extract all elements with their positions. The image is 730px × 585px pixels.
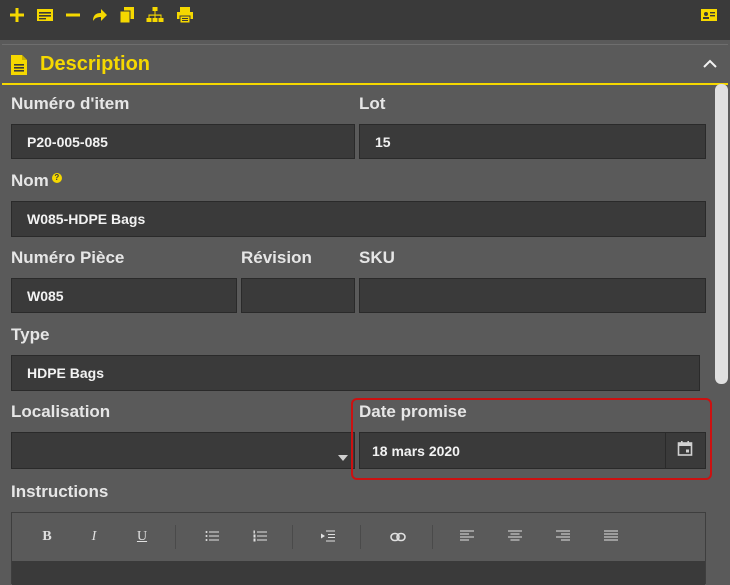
sku-label: SKU	[359, 248, 395, 267]
italic-button[interactable]: I	[84, 529, 104, 545]
numbered-list-icon[interactable]	[250, 529, 270, 545]
help-icon[interactable]: ?	[51, 173, 62, 183]
editor-toolbar: B I U	[12, 513, 705, 561]
revision-field[interactable]	[241, 278, 355, 313]
dropdown-arrow-icon[interactable]	[338, 448, 348, 461]
id-card-icon[interactable]	[700, 6, 718, 24]
align-center-icon[interactable]	[505, 529, 525, 545]
bullet-list-icon[interactable]	[202, 529, 222, 545]
hierarchy-icon[interactable]	[146, 6, 164, 24]
name-field[interactable]: W085-HDPE Bags	[11, 201, 706, 237]
link-icon[interactable]	[388, 529, 408, 545]
share-icon[interactable]	[90, 6, 108, 24]
plus-icon[interactable]	[8, 6, 26, 24]
copy-icon[interactable]	[118, 6, 136, 24]
print-icon[interactable]	[176, 6, 194, 24]
chevron-up-icon[interactable]	[702, 57, 718, 69]
location-select[interactable]	[11, 432, 355, 469]
top-toolbar	[0, 0, 730, 40]
minus-icon[interactable]	[64, 6, 82, 24]
item-number-field[interactable]: P20-005-085	[11, 124, 355, 159]
sku-field[interactable]	[359, 278, 706, 313]
type-field[interactable]: HDPE Bags	[11, 355, 700, 391]
toolbar-divider	[292, 525, 293, 549]
type-label: Type	[11, 325, 50, 344]
part-number-field[interactable]: W085	[11, 278, 237, 313]
toolbar-divider	[360, 525, 361, 549]
revision-label: Révision	[241, 248, 312, 267]
underline-button[interactable]: U	[132, 529, 152, 545]
toolbar-divider	[175, 525, 176, 549]
align-left-icon[interactable]	[457, 529, 477, 545]
part-number-label: Numéro Pièce	[11, 248, 125, 267]
card-icon[interactable]	[36, 6, 54, 24]
align-justify-icon[interactable]	[601, 529, 621, 545]
lot-label: Lot	[359, 94, 386, 113]
location-label: Localisation	[11, 402, 111, 421]
lot-field[interactable]: 15	[359, 124, 706, 159]
section-header[interactable]: Description	[2, 45, 728, 85]
item-number-label: Numéro d'item	[11, 94, 130, 113]
align-right-icon[interactable]	[553, 529, 573, 545]
name-label-wrap: Nom?	[11, 171, 62, 191]
document-icon	[10, 54, 28, 76]
toolbar-divider	[432, 525, 433, 549]
bold-button[interactable]: B	[37, 529, 57, 545]
name-label: Nom	[11, 171, 49, 190]
instructions-editor: B I U	[11, 512, 706, 585]
highlight-box	[351, 398, 712, 480]
vertical-scrollbar[interactable]	[715, 84, 728, 384]
instructions-label: Instructions	[11, 482, 109, 501]
editor-body[interactable]	[12, 561, 705, 585]
section-title: Description	[40, 53, 151, 75]
indent-icon[interactable]	[318, 529, 338, 545]
